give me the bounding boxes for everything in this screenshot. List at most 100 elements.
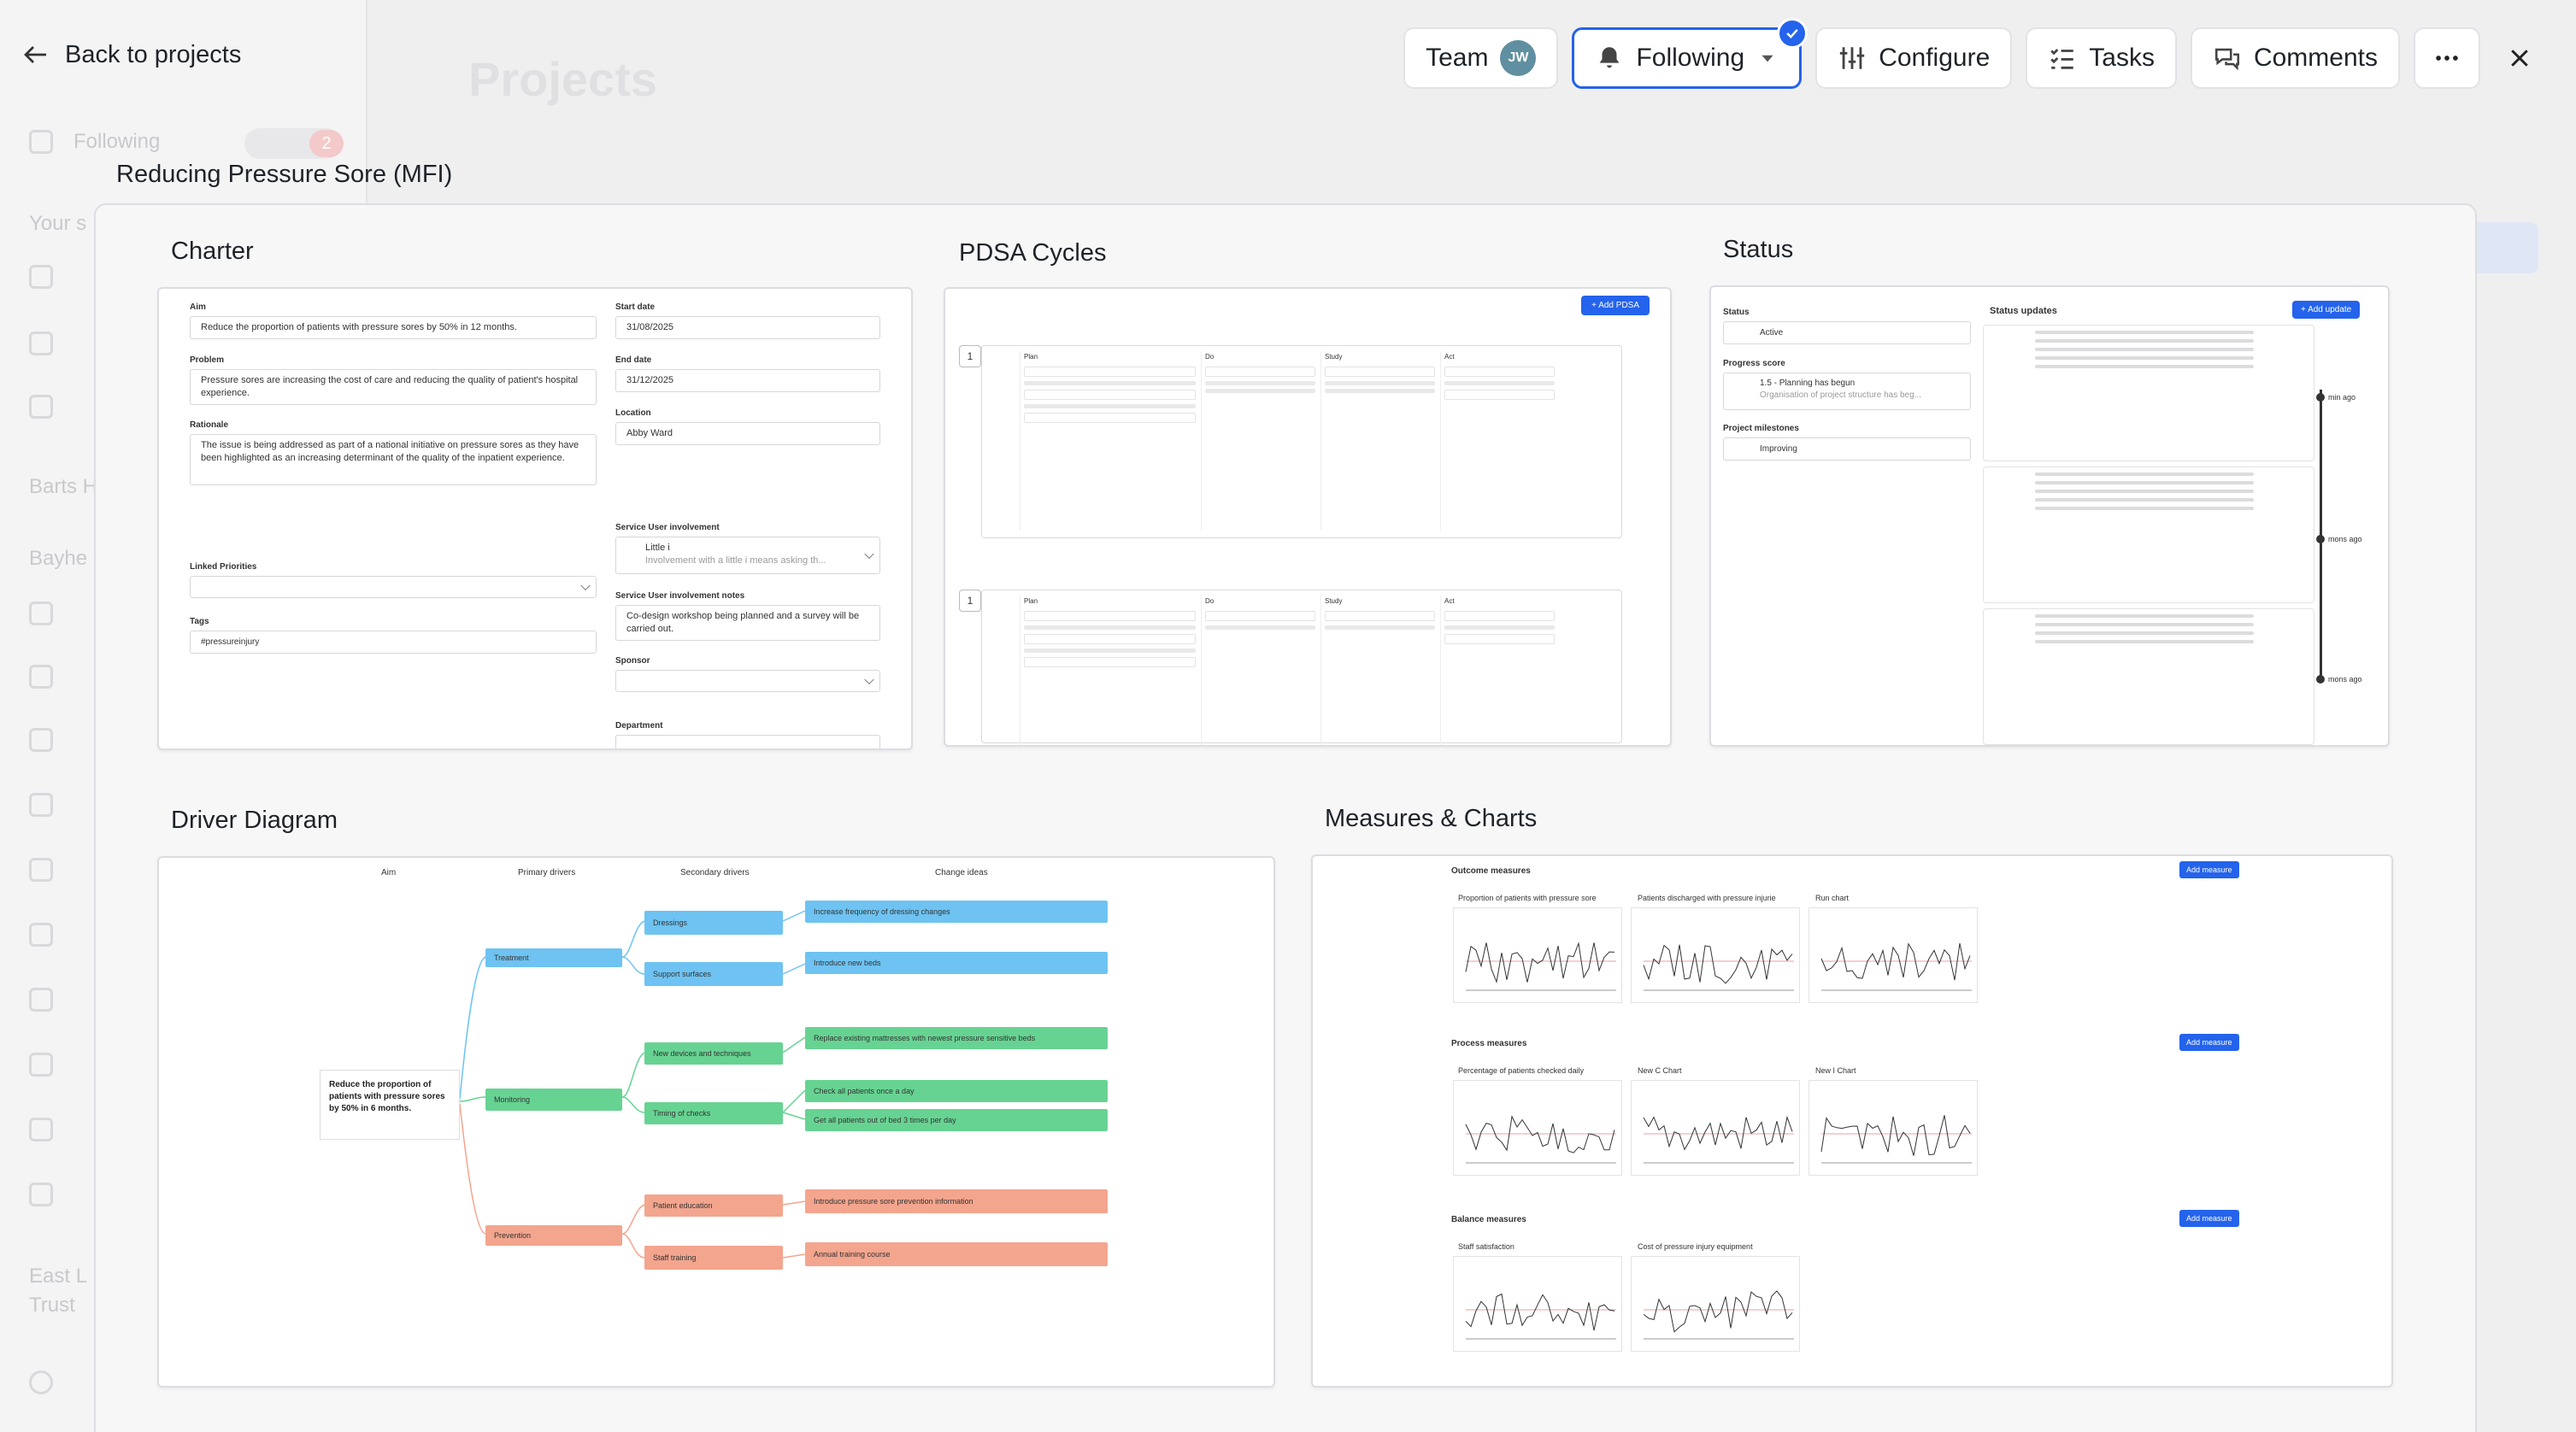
measure-section-title: Process measures [1451,1039,1527,1048]
more-options-button[interactable] [2414,27,2480,89]
study-header: Study [1325,597,1343,605]
sparkline [1643,1115,1793,1151]
change-idea-node[interactable]: Replace existing mattresses with newest … [805,1027,1108,1049]
chart-title: Staff satisfaction [1458,1242,1514,1251]
team-button[interactable]: Team JW [1403,27,1559,89]
pdsa-study-column: Study [1320,351,1438,531]
change-idea-node[interactable]: Check all patients once a day [805,1080,1108,1102]
driver-diagram-title[interactable]: Driver Diagram [171,807,338,835]
status-card[interactable]: Status Active Progress score 1.5 - Plann… [1709,285,2390,747]
ghost-nav-item [29,793,53,817]
problem-field[interactable]: Pressure sores are increasing the cost o… [190,369,597,405]
sparkline [1465,1293,1615,1331]
change-idea-node[interactable]: Get all patients out of bed 3 times per … [805,1109,1108,1131]
timeline-dot [2316,393,2325,402]
status-select[interactable]: Active [1723,321,1971,344]
pdsa-card[interactable]: + Add PDSA 1 Plan Do Study Act 1 Plan Do… [944,287,1672,747]
comments-button[interactable]: Comments [2190,27,2400,89]
ghost-barts-text: Barts H [29,475,98,498]
progress-score-select[interactable]: 1.5 - Planning has begun Organisation of … [1723,373,1971,410]
ghost-bayhe: Bayhe [29,547,87,571]
measures-title[interactable]: Measures & Charts [1325,805,1537,833]
pdsa-title[interactable]: PDSA Cycles [959,239,1106,267]
board-icon [29,728,53,752]
end-date-label: End date [615,355,652,365]
close-button[interactable] [2494,27,2545,89]
measure-chart-thumbnail[interactable] [1453,907,1622,1003]
rationale-field[interactable]: The issue is being addressed as part of … [190,434,597,485]
service-user-involvement-select[interactable]: Little i Involvement with a little i mean… [615,537,880,574]
add-update-button[interactable]: + Add update [2292,301,2361,319]
secondary-driver-node[interactable]: Dressings [644,911,783,935]
status-update-card[interactable] [1983,467,2314,603]
tasks-button[interactable]: Tasks [2026,27,2177,89]
configure-button[interactable]: Configure [1815,27,2013,89]
change-idea-node[interactable]: Introduce pressure sore prevention infor… [805,1189,1108,1213]
pdsa-do-column: Do [1201,596,1319,745]
sparkline-thumbnail [1643,1115,1794,1164]
bell-icon [29,130,53,154]
tools-icon [29,1118,53,1141]
measure-chart-thumbnail[interactable] [1808,907,1978,1003]
tags-field[interactable]: #pressureinjury [190,631,597,654]
ghost-nav-item [29,923,53,947]
charter-title[interactable]: Charter [171,238,254,266]
add-measure-button[interactable]: Add measure [2179,1210,2239,1227]
sparkline [1643,1290,1793,1333]
ghost-east: East L [29,1265,87,1288]
aim-field[interactable]: Reduce the proportion of patients with p… [190,316,597,339]
ghost-nav-item [29,988,53,1012]
pdsa-cycle-row[interactable]: Plan Do Study Act [981,345,1622,538]
status-update-card[interactable] [1983,608,2314,745]
change-idea-node[interactable]: Annual training course [805,1242,1108,1266]
department-label: Department [615,721,663,731]
measure-chart-thumbnail[interactable] [1808,1080,1978,1176]
measure-chart-thumbnail[interactable] [1453,1080,1622,1176]
secondary-driver-node[interactable]: Patient education [644,1194,783,1217]
location-label: Location [615,408,651,418]
project-overview-panel: Charter Aim Reduce the proportion of pat… [94,203,2477,1432]
secondary-driver-node[interactable]: Staff training [644,1246,783,1270]
primary-driver-node[interactable]: Prevention [485,1225,622,1246]
chart-title: Proportion of patients with pressure sor… [1458,894,1597,902]
location-field[interactable]: Abby Ward [615,422,880,445]
primary-driver-node[interactable]: Monitoring [485,1089,622,1111]
measures-card[interactable]: Outcome measures Add measure Proportion … [1311,854,2393,1388]
milestones-select[interactable]: Improving [1723,437,1971,461]
add-measure-button[interactable]: Add measure [2179,861,2239,878]
timeline-dot [2316,675,2325,684]
change-idea-node[interactable]: Increase frequency of dressing changes [805,901,1108,923]
start-date-field[interactable]: 31/08/2025 [615,316,880,339]
chart-title: New I Chart [1815,1066,1856,1075]
chart-icon [29,332,53,355]
chart-title: New C Chart [1638,1066,1682,1075]
following-button[interactable]: Following [1572,18,1808,89]
secondary-driver-node[interactable]: Timing of checks [644,1102,783,1124]
aim-node[interactable]: Reduce the proportion of patients with p… [320,1070,460,1140]
measure-chart-thumbnail[interactable] [1631,1256,1800,1352]
status-update-card[interactable] [1983,325,2314,461]
add-pdsa-button[interactable]: + Add PDSA [1581,296,1650,315]
configure-label: Configure [1879,44,1991,72]
secondary-driver-node[interactable]: Support surfaces [644,962,783,986]
charter-card[interactable]: Aim Reduce the proportion of patients wi… [157,287,913,750]
add-measure-button[interactable]: Add measure [2179,1034,2239,1051]
status-title[interactable]: Status [1723,236,1793,264]
measure-chart-thumbnail[interactable] [1453,1256,1622,1352]
sponsor-select[interactable] [615,670,880,692]
sui-notes-field[interactable]: Co-design workshop being planned and a s… [615,605,880,641]
timeline-label: mons ago [2328,675,2362,684]
pdsa-cycle-row[interactable]: Plan Do Study Act [981,590,1622,745]
change-idea-node[interactable]: Introduce new beds [805,952,1108,974]
end-date-field[interactable]: 31/12/2025 [615,369,880,392]
primary-driver-node[interactable]: Treatment [485,948,622,967]
department-select[interactable] [615,735,880,748]
act-header: Act [1444,597,1455,605]
linked-priorities-select[interactable] [190,576,597,598]
secondary-driver-node[interactable]: New devices and techniques [644,1042,783,1065]
measure-chart-thumbnail[interactable] [1631,907,1800,1003]
measure-chart-thumbnail[interactable] [1631,1080,1800,1176]
back-to-projects-link[interactable]: Back to projects [21,39,241,70]
driver-diagram-card[interactable]: Aim Primary drivers Secondary drivers Ch… [157,856,1275,1388]
tags-label: Tags [190,617,209,626]
